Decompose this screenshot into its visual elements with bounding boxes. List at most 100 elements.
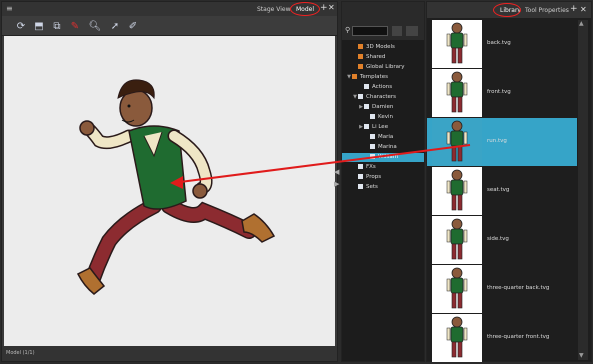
library-scrollbar[interactable]: ▲ ▼ [578, 20, 588, 360]
template-icon [358, 174, 363, 179]
library-item[interactable]: back.tvg [427, 20, 577, 68]
collapse-left-icon[interactable]: ◀ [334, 168, 339, 176]
panel-menu-icon[interactable]: ≡ [6, 4, 13, 13]
folder-icon [358, 64, 363, 69]
template-icon [370, 114, 375, 119]
library-tab-bar: Library Tool Properties + ✕ [427, 2, 591, 18]
scroll-down-icon[interactable]: ▼ [579, 352, 584, 359]
library-item-label: three-quarter back.tvg [487, 285, 550, 291]
tree-item-label: Shared [366, 54, 386, 60]
copy-icon[interactable]: ⧉ [50, 19, 64, 33]
search-icon: ⚲ [345, 26, 351, 34]
tree-item[interactable]: ▼ Templates [342, 73, 424, 82]
character-thumbnail [432, 167, 482, 215]
close-icon[interactable]: ✕ [328, 3, 335, 12]
tree-item-label: Sets [366, 184, 378, 190]
library-item[interactable]: three-quarter front.tvg [427, 314, 577, 362]
template-icon [358, 94, 363, 99]
tree-item-label: William [378, 154, 399, 160]
tree-item-label: Kevin [378, 114, 393, 120]
library-item-label: run.tvg [487, 138, 507, 144]
library-item[interactable]: run.tvg [427, 118, 577, 166]
library-tab-highlight-circle [493, 3, 521, 17]
tab-stage-view[interactable]: Stage View [254, 4, 293, 15]
running-character-drawing [76, 79, 276, 295]
expand-right-icon[interactable]: ▶ [334, 180, 339, 188]
add-view-icon[interactable]: + [320, 3, 328, 13]
tree-item[interactable]: Actions [342, 83, 424, 92]
library-item-list: back.tvg front.tvg run.tvg seat.tvg side.tvg… [427, 18, 577, 362]
tab-tool-properties[interactable]: Tool Properties [522, 5, 572, 16]
tree-item[interactable]: Shared [342, 53, 424, 62]
template-icon [370, 144, 375, 149]
status-text: Model (1/1) [6, 350, 35, 356]
scroll-up-icon[interactable]: ▲ [579, 20, 584, 27]
library-item-label: seat.tvg [487, 187, 510, 193]
tree-item[interactable]: Marina [342, 143, 424, 152]
brush-icon[interactable]: ✐ [126, 19, 140, 33]
model-view-panel: ≡ Stage View Model + ✕ ⟳ ⬒ ⧉ ✎ 🔍︎ ➚ ✐ Mo… [1, 1, 338, 362]
tree-item[interactable]: ▶ Damien [342, 103, 424, 112]
tree-item[interactable]: FXs [342, 163, 424, 172]
library-item[interactable]: side.tvg [427, 216, 577, 264]
library-panel: Library Tool Properties + ✕ back.tvg fron… [426, 1, 592, 362]
tree-item-label: Props [366, 174, 382, 180]
tree-item-label: FXs [366, 164, 376, 170]
template-icon [364, 104, 369, 109]
tree-item[interactable]: Global Library [342, 63, 424, 72]
template-icon [370, 154, 375, 159]
tree-item[interactable]: Maria [342, 133, 424, 142]
tree-item-label: Templates [360, 74, 388, 80]
tree-item-label: Characters [366, 94, 397, 100]
character-thumbnail [432, 314, 482, 362]
character-thumbnail [432, 118, 482, 166]
tree-item[interactable]: Props [342, 173, 424, 182]
library-tree-panel: ⚲ 3D Models Shared Global Library ▼ Template… [341, 1, 425, 362]
add-view-icon[interactable]: + [570, 4, 578, 14]
model-canvas[interactable] [4, 36, 335, 346]
template-icon [370, 134, 375, 139]
tree-item-label: Marina [378, 144, 397, 150]
library-item[interactable]: seat.tvg [427, 167, 577, 215]
character-thumbnail [432, 69, 482, 117]
library-item-label: three-quarter front.tvg [487, 334, 550, 340]
tree-item[interactable]: William [342, 153, 424, 162]
view-tab-bar: ≡ Stage View Model + ✕ [2, 2, 337, 16]
tree-item-label: Global Library [366, 64, 405, 70]
library-item-label: side.tvg [487, 236, 509, 242]
library-item[interactable]: front.tvg [427, 69, 577, 117]
character-thumbnail [432, 265, 482, 313]
tree-option-button[interactable] [406, 26, 418, 36]
import-icon[interactable]: ⟳ [14, 19, 28, 33]
zoom-icon[interactable]: 🔍︎ [88, 19, 102, 33]
tree-search-input[interactable] [352, 26, 388, 36]
tree-item[interactable]: ▼ Characters [342, 93, 424, 102]
tree-option-button[interactable] [392, 26, 402, 36]
tree-item-label: Actions [372, 84, 393, 90]
tree-item[interactable]: 3D Models [342, 43, 424, 52]
tree-item[interactable]: ▶ Li Lee [342, 123, 424, 132]
tree-item-label: Li Lee [372, 124, 389, 130]
tree-item-label: 3D Models [366, 44, 395, 50]
status-bar: Model (1/1) [2, 346, 337, 361]
tree-item-label: Damien [372, 104, 394, 110]
template-icon [364, 124, 369, 129]
export-icon[interactable]: ⬒ [32, 19, 46, 33]
tree-header: ⚲ [342, 2, 424, 40]
model-tab-highlight-circle [290, 2, 320, 16]
tree-item[interactable]: Sets [342, 183, 424, 192]
library-item-label: front.tvg [487, 89, 511, 95]
folder-icon [358, 54, 363, 59]
pen-icon[interactable]: ✎ [68, 19, 82, 33]
library-item-label: back.tvg [487, 40, 511, 46]
close-icon[interactable]: ✕ [580, 5, 587, 14]
tree-item[interactable]: Kevin [342, 113, 424, 122]
folder-icon [358, 44, 363, 49]
select-icon[interactable]: ➚ [108, 19, 122, 33]
folder-icon [352, 74, 357, 79]
tree-item-label: Maria [378, 134, 394, 140]
library-item[interactable]: three-quarter back.tvg [427, 265, 577, 313]
template-icon [364, 84, 369, 89]
character-thumbnail [432, 20, 482, 68]
character-thumbnail [432, 216, 482, 264]
